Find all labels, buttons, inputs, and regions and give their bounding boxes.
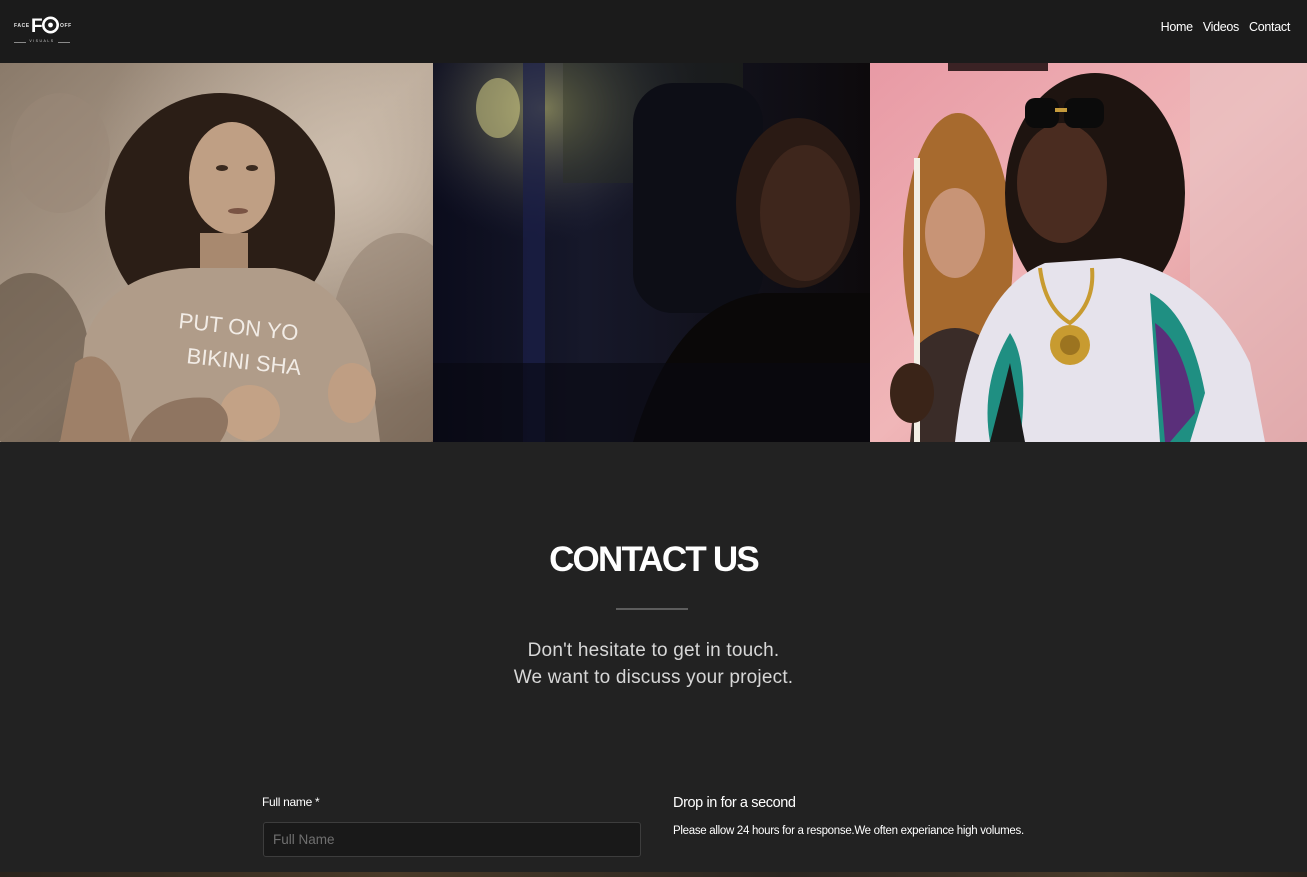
contact-intro-line-2: We want to discuss your project. <box>513 667 794 688</box>
logo-mark-icon: F <box>31 16 59 36</box>
logo-left-text: FACE <box>14 23 30 29</box>
photo-woman-sepia-image: PUT ON YO BIKINI SHA <box>0 63 433 442</box>
photo-man-sunglasses-image <box>870 63 1307 442</box>
logo-rule-right <box>58 42 70 43</box>
drop-in-title: Drop in for a second <box>673 795 796 811</box>
footer-background-strip <box>0 872 1307 877</box>
photo-gallery: PUT ON YO BIKINI SHA <box>0 63 1307 442</box>
drop-in-text: Please allow 24 hours for a response.We … <box>673 825 1024 837</box>
gallery-photo-2[interactable] <box>433 63 870 442</box>
main-nav: Home Videos Contact <box>1161 20 1291 34</box>
site-header: FACE F OFF VISUALS Home Videos Contact <box>0 0 1307 63</box>
heading-divider <box>616 608 688 610</box>
nav-home-link[interactable]: Home <box>1161 20 1193 34</box>
contact-heading: CONTACT US <box>549 540 760 579</box>
gallery-photo-1[interactable]: PUT ON YO BIKINI SHA <box>0 63 433 442</box>
full-name-label: Full name * <box>262 795 320 809</box>
gallery-photo-3[interactable] <box>870 63 1307 442</box>
nav-videos-link[interactable]: Videos <box>1203 20 1240 34</box>
contact-intro: Don't hesitate to get in touch. We want … <box>0 637 1307 691</box>
svg-text:F: F <box>31 16 43 36</box>
full-name-input[interactable] <box>263 822 641 857</box>
site-logo[interactable]: FACE F OFF VISUALS <box>12 12 74 48</box>
logo-right-text: OFF <box>60 23 72 29</box>
nav-contact-link[interactable]: Contact <box>1249 20 1290 34</box>
photo-man-car-image <box>433 63 870 442</box>
contact-intro-line-1: Don't hesitate to get in touch. <box>527 640 780 661</box>
